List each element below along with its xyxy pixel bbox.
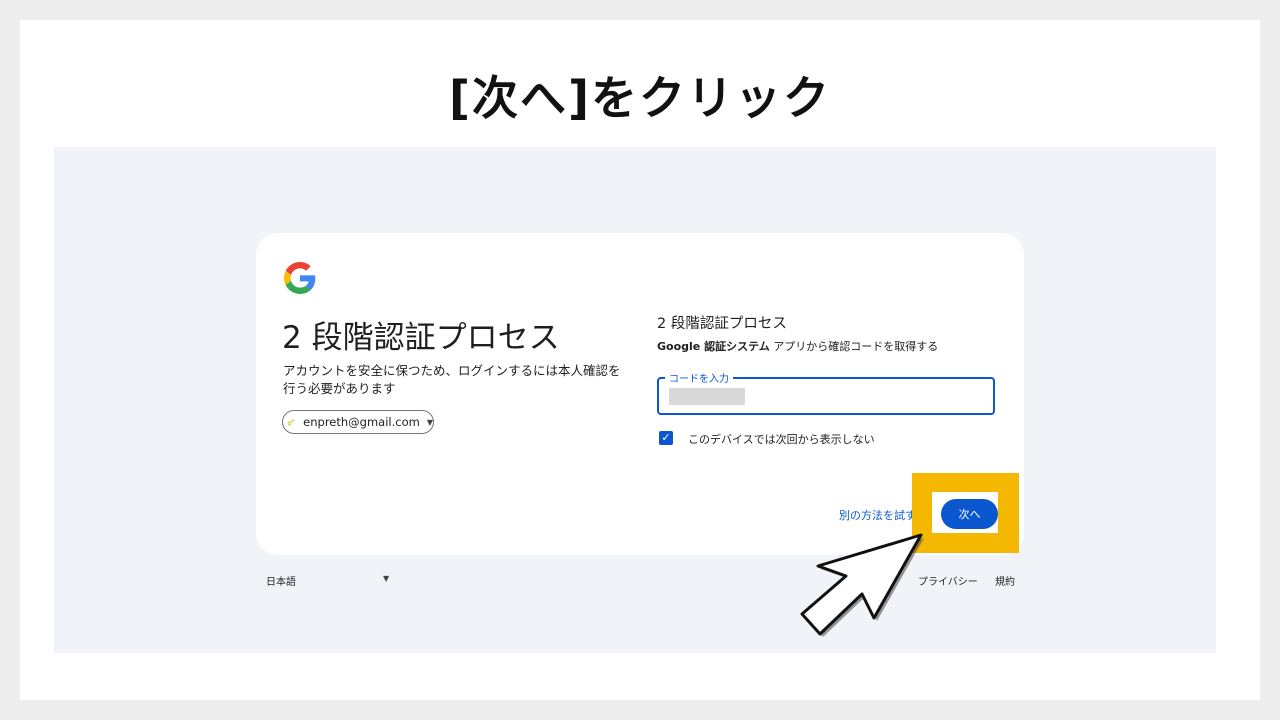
slide-title: [次へ]をクリック: [448, 71, 832, 125]
pointer-arrow-icon: [800, 533, 924, 637]
google-logo-icon: [284, 262, 316, 294]
method-subtitle: Google 認証システム アプリから確認コードを取得する: [657, 338, 938, 354]
account-chip[interactable]: enpreth@gmail.com ▼: [282, 410, 434, 434]
language-selector[interactable]: 日本語: [266, 573, 296, 588]
method-subtitle-rest: アプリから確認コードを取得する: [769, 340, 939, 353]
next-button[interactable]: 次へ: [941, 499, 998, 529]
redacted-code-value: [669, 388, 745, 405]
terms-link[interactable]: 規約: [995, 573, 1015, 588]
chevron-down-icon[interactable]: ▼: [383, 574, 389, 583]
try-another-way-link[interactable]: 別の方法を試す: [839, 507, 916, 523]
checkmark-icon: ✓: [661, 431, 671, 444]
page-heading: 2 段階認証プロセス: [282, 320, 560, 356]
method-title: 2 段階認証プロセス: [657, 316, 787, 332]
code-input-label: コードを入力: [665, 370, 733, 385]
remember-device-checkbox[interactable]: ✓: [659, 431, 673, 445]
page-description: アカウントを安全に保つため、ログインするには本人確認を行う必要があります: [283, 363, 621, 396]
account-email: enpreth@gmail.com: [303, 415, 420, 429]
remember-device-label[interactable]: このデバイスでは次回から表示しない: [688, 431, 875, 447]
method-subtitle-bold: Google 認証システム: [657, 340, 770, 353]
chevron-down-icon: ▼: [426, 417, 433, 427]
code-input[interactable]: コードを入力: [657, 370, 995, 415]
key-icon: [287, 419, 295, 426]
